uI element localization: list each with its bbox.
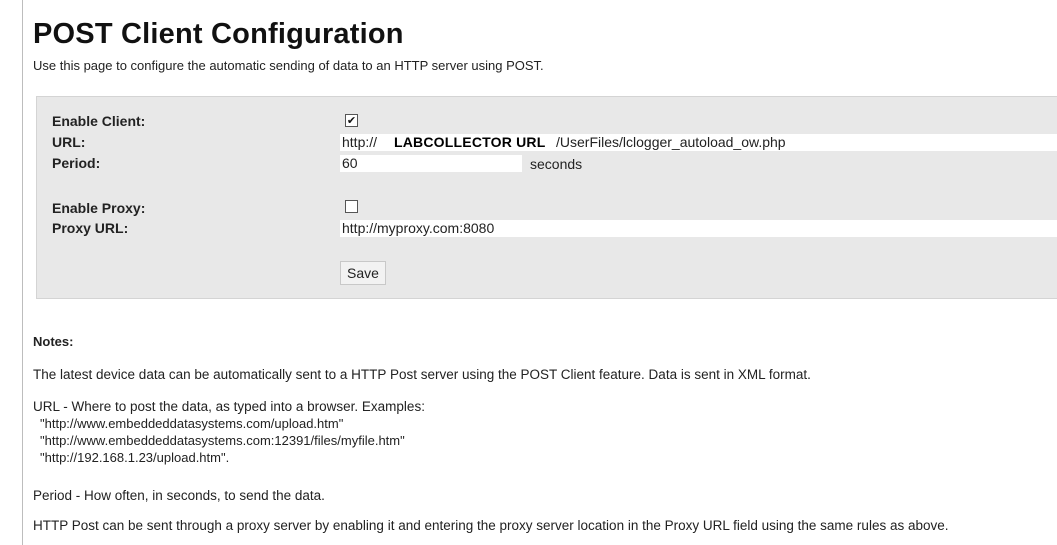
url-prefix: http:// xyxy=(342,134,378,150)
url-field[interactable]: http:// LABCOLLECTOR URL /UserFiles/lclo… xyxy=(340,134,1057,151)
proxy-url-field[interactable]: http://myproxy.com:8080 xyxy=(340,220,1057,237)
url-suffix: /UserFiles/lclogger_autoload_ow.php xyxy=(556,134,786,150)
save-button[interactable]: Save xyxy=(340,261,386,285)
url-example: "http://www.embeddeddatasystems.com/uplo… xyxy=(40,416,344,431)
page-title: POST Client Configuration xyxy=(33,18,404,50)
enable-proxy-checkbox[interactable] xyxy=(345,200,358,213)
notes-title: Notes: xyxy=(33,334,74,349)
url-example: "http://192.168.1.23/upload.htm". xyxy=(40,450,230,465)
url-redaction-label: LABCOLLECTOR URL xyxy=(390,134,550,151)
period-unit: seconds xyxy=(530,156,583,172)
url-label: URL: xyxy=(52,134,86,150)
enable-client-checkbox[interactable]: ✔ xyxy=(345,114,358,127)
notes-proxy-help: HTTP Post can be sent through a proxy se… xyxy=(33,518,949,533)
period-field[interactable]: 60 xyxy=(340,155,522,172)
proxy-url-label: Proxy URL: xyxy=(52,220,129,236)
notes-url-help: URL - Where to post the data, as typed i… xyxy=(33,399,425,414)
url-example: "http://www.embeddeddatasystems.com:1239… xyxy=(40,433,405,448)
enable-proxy-label: Enable Proxy: xyxy=(52,200,146,216)
period-label: Period: xyxy=(52,155,101,171)
notes-period-help: Period - How often, in seconds, to send … xyxy=(33,488,325,503)
notes-intro: The latest device data can be automatica… xyxy=(33,367,811,382)
enable-client-label: Enable Client: xyxy=(52,113,146,129)
page-subtitle: Use this page to configure the automatic… xyxy=(33,58,544,73)
config-panel xyxy=(36,96,1057,299)
